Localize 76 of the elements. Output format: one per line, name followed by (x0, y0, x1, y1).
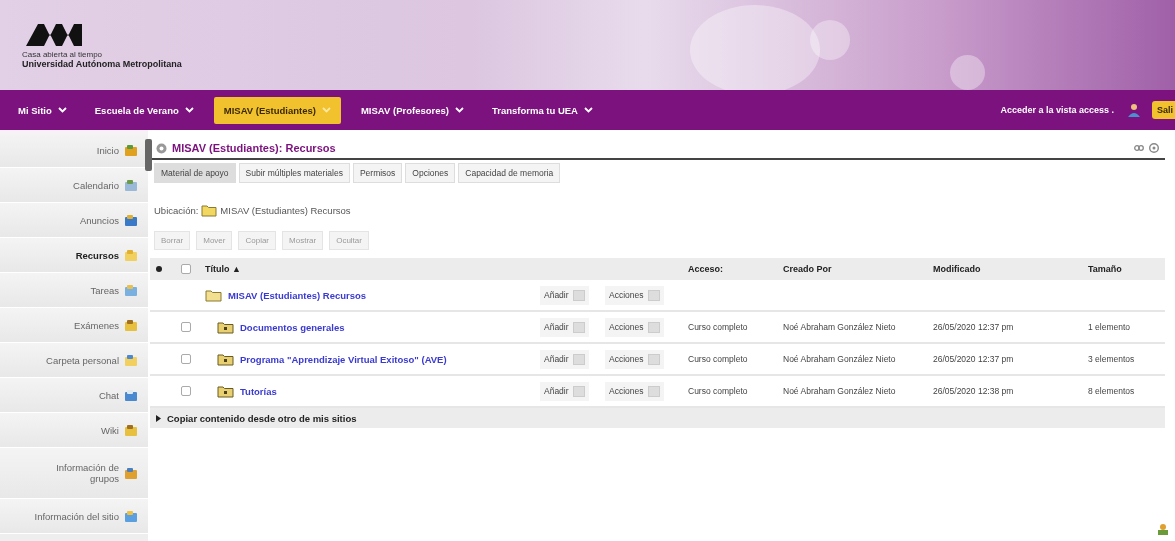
tool-tab[interactable]: Permisos (352, 163, 403, 183)
university-name: Universidad Autónoma Metropolitana (22, 59, 182, 69)
folder-link[interactable]: Tutorías (240, 385, 277, 397)
row-checkbox[interactable] (181, 322, 191, 332)
table-cell-text: Noé Abraham González Nieto (783, 354, 897, 364)
chevron-icon (321, 107, 331, 113)
sidebar-item[interactable]: Carpeta personal (0, 343, 148, 378)
table-cell-text: Curso completo (688, 354, 749, 364)
column-header: Creado Por (783, 264, 833, 274)
column-header: Acceso: (688, 264, 724, 274)
sidebar-item[interactable]: Anuncios (0, 203, 148, 238)
table-cell-text: Curso completo (688, 386, 749, 396)
page-title: MISAV (Estudiantes): Recursos (172, 142, 336, 154)
add-dropdown[interactable]: Añadir (540, 349, 589, 369)
add-dropdown[interactable]: Añadir (540, 381, 589, 401)
collapse-handle[interactable] (145, 139, 152, 171)
table-cell-text: 26/05/2020 12:38 pm (933, 386, 1015, 396)
tool-tab[interactable]: Capacidad de memoria (458, 163, 561, 183)
logo-caption: Casa abierta al tiempo (22, 50, 104, 59)
sidebar-item[interactable]: Tareas (0, 273, 148, 308)
column-header: Tamaño (1088, 264, 1123, 274)
sidebar-item[interactable]: Inicio (0, 133, 148, 168)
folder-link[interactable]: Programa "Aprendizaje Virtual Exitoso" (AVE) (240, 353, 447, 365)
chevron-icon (57, 107, 67, 113)
table-cell-text: Curso completo (688, 322, 749, 332)
table-cell-text: 1 elemento (1088, 322, 1132, 332)
bullet-icon (156, 266, 162, 272)
chevron-icon (584, 107, 593, 113)
table-cell-text: Noé Abraham González Nieto (783, 386, 897, 396)
location-label: Ubicación: (154, 205, 199, 216)
table-cell-text: 26/05/2020 12:37 pm (933, 354, 1015, 364)
sidebar-item[interactable]: Calendario (0, 168, 148, 203)
folder-link[interactable]: MISAV (Estudiantes) Recursos (228, 289, 367, 301)
sidebar-item[interactable]: Wiki (0, 413, 148, 448)
link-icon[interactable] (1134, 144, 1144, 152)
folder-link[interactable]: Documentos generales (240, 321, 345, 333)
table-cell-text: 26/05/2020 12:37 pm (933, 322, 1015, 332)
nav-tab[interactable]: Mi Sitio (10, 98, 75, 122)
copy-content-row[interactable]: Copiar contenido desde otro de mis sitios (150, 408, 1165, 428)
nav-tab[interactable]: MISAV (Estudiantes) (213, 96, 341, 124)
sidebar-item[interactable]: Chat (0, 378, 148, 413)
logout-button[interactable]: Sali (1152, 101, 1175, 119)
chevron-icon (184, 107, 194, 113)
nav-tab[interactable]: MISAV (Profesores) (352, 98, 472, 122)
row-checkbox[interactable] (181, 354, 191, 364)
nav-tab[interactable]: Escuela de Verano (86, 98, 202, 122)
add-dropdown[interactable]: Añadir (540, 285, 589, 305)
chevron-icon (454, 107, 464, 113)
table-cell-text: 3 elementos (1088, 354, 1136, 364)
column-header[interactable]: Título ▲ (205, 264, 540, 274)
tool-tab[interactable]: Material de apoyo (154, 163, 236, 183)
tool-tab[interactable]: Subir múltiples materiales (238, 163, 350, 183)
access-link[interactable]: Acceder a la vista access . (1000, 105, 1114, 115)
actions-dropdown[interactable]: Acciones (605, 349, 664, 369)
tool-tab[interactable]: Opciones (405, 163, 456, 183)
sidebar-item[interactable]: Información del sitio (0, 499, 148, 534)
row-checkbox[interactable] (181, 386, 191, 396)
actions-dropdown[interactable]: Acciones (605, 285, 664, 305)
bubble-decoration (950, 55, 985, 90)
reset-icon[interactable] (156, 142, 167, 154)
add-dropdown[interactable]: Añadir (540, 317, 589, 337)
sidebar-item[interactable]: Recursos (0, 238, 148, 273)
help-icon[interactable] (1149, 143, 1159, 153)
select-all-checkbox[interactable] (181, 264, 191, 274)
table-cell-text: Noé Abraham González Nieto (783, 322, 897, 332)
actions-dropdown[interactable]: Acciones (605, 317, 664, 337)
column-header: Modificado (933, 264, 982, 274)
nav-tab[interactable]: Transforma tu UEA (483, 98, 601, 122)
sidebar-item[interactable]: Exámenes (0, 308, 148, 343)
expand-icon (156, 414, 161, 422)
actions-dropdown[interactable]: Acciones (605, 381, 664, 401)
location-path: MISAV (Estudiantes) Recursos (220, 205, 351, 216)
logo-icon (24, 22, 84, 48)
table-cell-text: 8 elementos (1088, 386, 1136, 396)
sidebar-item[interactable]: Información de grupos (0, 448, 148, 499)
person-icon[interactable] (1128, 103, 1140, 117)
